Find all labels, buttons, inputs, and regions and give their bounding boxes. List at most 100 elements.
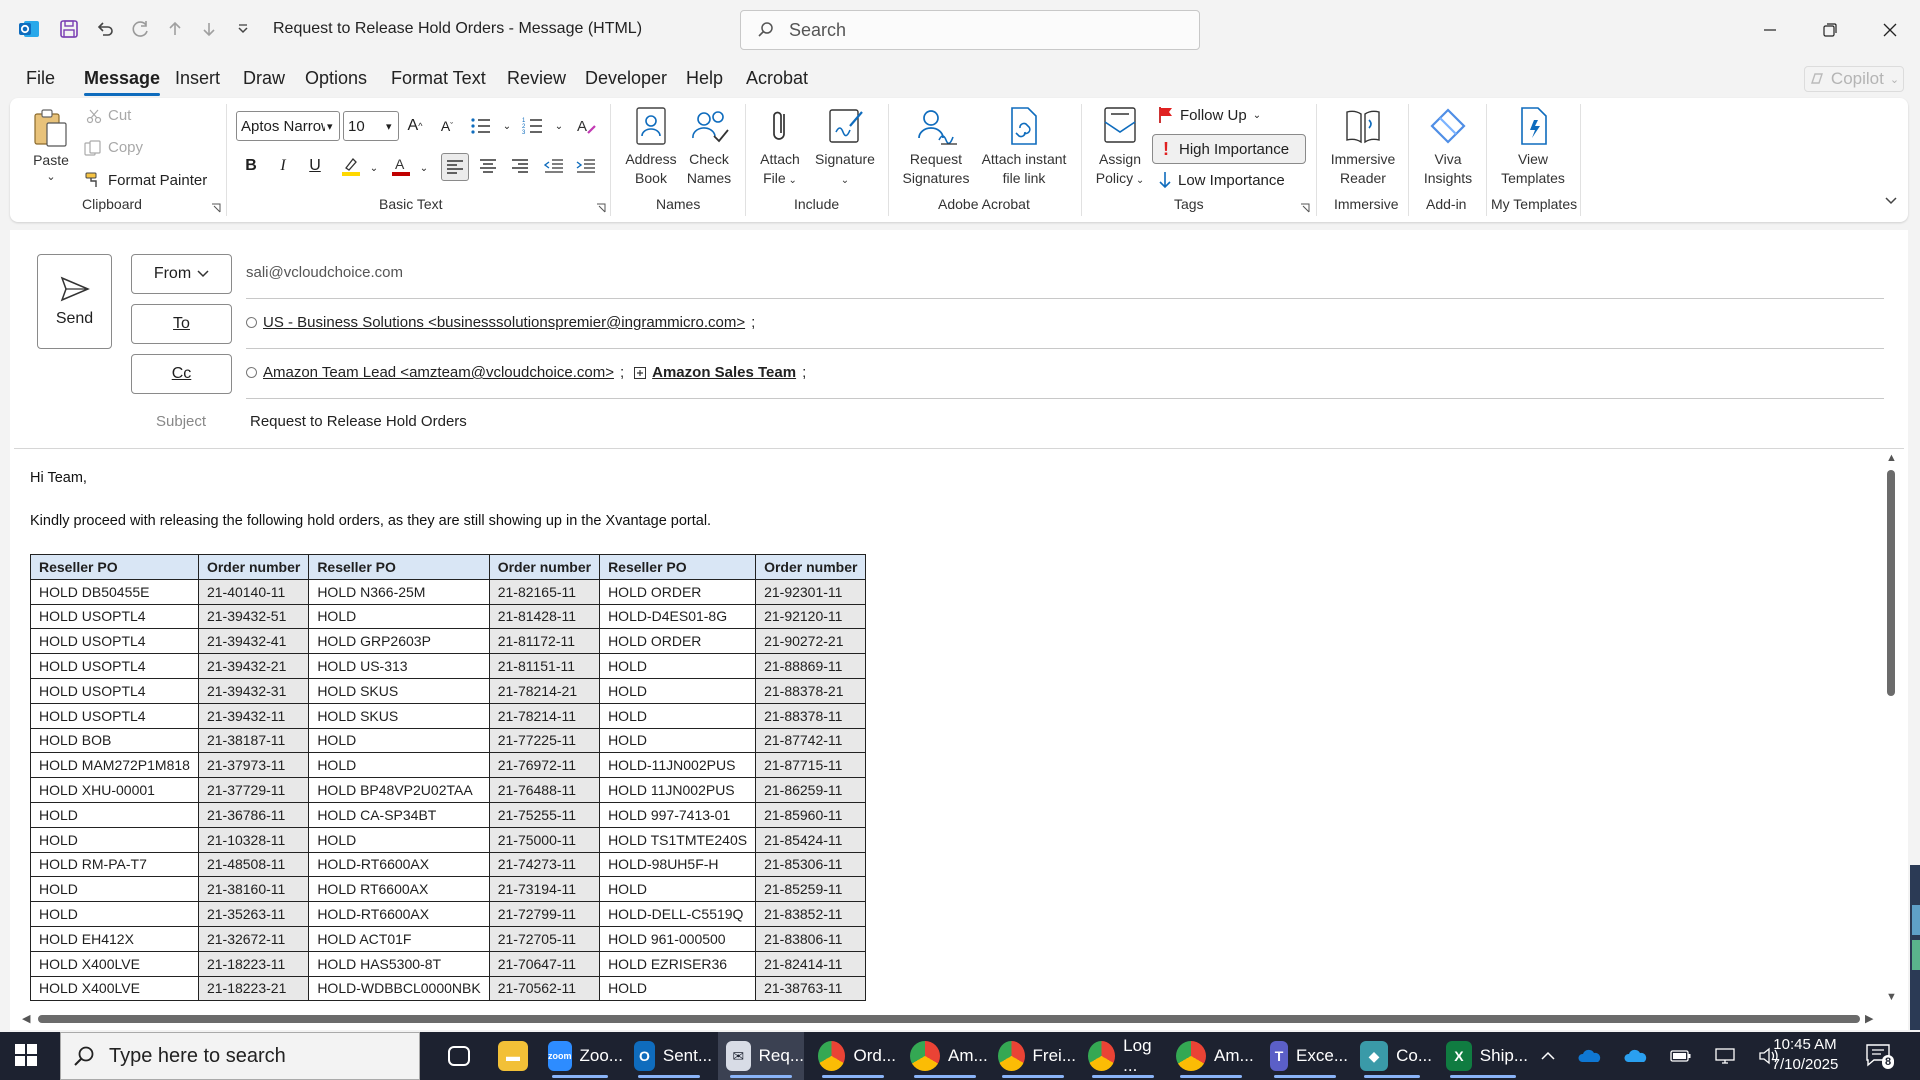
- reseller-po-cell[interactable]: HOLD: [599, 975, 757, 1002]
- reseller-po-cell[interactable]: HOLD GRP2603P: [308, 628, 490, 655]
- taskbar-app-app[interactable]: ◆ Co...: [1352, 1032, 1432, 1080]
- cc-recipient-2[interactable]: Amazon Sales Team: [652, 364, 796, 381]
- check-names-icon[interactable]: [690, 106, 730, 146]
- align-left-icon[interactable]: [441, 153, 469, 181]
- order-number-cell[interactable]: 21-90272-21: [755, 628, 867, 655]
- cut-button[interactable]: Cut: [86, 107, 131, 124]
- align-right-icon[interactable]: [507, 153, 533, 179]
- signature-icon[interactable]: [826, 106, 866, 146]
- cc-button[interactable]: Cc: [131, 354, 232, 394]
- signature-label[interactable]: Signature ⌄: [806, 150, 884, 190]
- cc-field[interactable]: Amazon Team Lead <amzteam@vcloudchoice.c…: [246, 364, 806, 381]
- order-number-cell[interactable]: 21-72799-11: [488, 901, 601, 927]
- intro-text[interactable]: Kindly proceed with releasing the follow…: [30, 513, 711, 529]
- windows-start-icon[interactable]: [14, 1043, 38, 1067]
- bullets-chevron-icon[interactable]: ⌄: [494, 113, 520, 139]
- attach-link-label[interactable]: Attach instant file link: [972, 150, 1076, 188]
- expand-group-icon[interactable]: [634, 366, 647, 379]
- reseller-po-cell[interactable]: HOLD CA-SP34BT: [308, 801, 490, 828]
- save-icon[interactable]: [54, 14, 84, 44]
- taskbar-app-chrome[interactable]: Frei...: [990, 1032, 1076, 1080]
- order-number-cell[interactable]: 21-39432-21: [197, 653, 310, 679]
- taskbar-app-task-view[interactable]: [440, 1032, 484, 1080]
- shrink-font-icon[interactable]: Aˇ: [434, 113, 460, 139]
- bullets-icon[interactable]: [468, 113, 494, 139]
- reseller-po-cell[interactable]: HOLD-D4ES01-8G: [599, 603, 757, 630]
- order-number-cell[interactable]: 21-37973-11: [197, 752, 310, 779]
- scroll-right-icon[interactable]: ▶: [1865, 1012, 1873, 1025]
- reseller-po-cell[interactable]: HOLD USOPTL4: [30, 603, 199, 630]
- tags-launcher-icon[interactable]: [1300, 203, 1310, 213]
- scroll-left-icon[interactable]: ◀: [22, 1012, 30, 1025]
- viva-insights-label[interactable]: Viva Insights: [1414, 150, 1482, 188]
- grow-font-icon[interactable]: A ^: [402, 113, 428, 139]
- cc-recipient-1[interactable]: Amazon Team Lead <amzteam@vcloudchoice.c…: [263, 364, 614, 381]
- taskbar-app-mail-compose[interactable]: ✉ Req...: [718, 1032, 804, 1080]
- undo-icon[interactable]: [90, 14, 120, 44]
- order-number-cell[interactable]: 21-83806-11: [755, 925, 867, 952]
- order-number-cell[interactable]: 21-74273-11: [488, 851, 601, 878]
- reseller-po-cell[interactable]: HOLD: [308, 752, 490, 779]
- reseller-po-cell[interactable]: HOLD: [308, 727, 490, 754]
- reseller-po-cell[interactable]: HOLD USOPTL4: [30, 677, 199, 704]
- tab-draw[interactable]: Draw: [243, 68, 285, 89]
- reseller-po-cell[interactable]: HOLD: [30, 826, 199, 853]
- viva-insights-icon[interactable]: [1428, 106, 1468, 146]
- numbering-chevron-icon[interactable]: ⌄: [546, 113, 572, 139]
- order-number-cell[interactable]: 21-77225-11: [488, 727, 601, 754]
- reseller-po-cell[interactable]: HOLD-RT6600AX: [308, 901, 490, 927]
- reseller-po-cell[interactable]: HOLD: [30, 876, 199, 903]
- font-color-chevron-icon[interactable]: ⌄: [411, 155, 437, 181]
- minimize-button[interactable]: [1745, 10, 1795, 50]
- order-number-cell[interactable]: 21-85960-11: [755, 801, 867, 828]
- order-number-cell[interactable]: 21-85424-11: [755, 826, 867, 853]
- battery-icon[interactable]: [1670, 1049, 1692, 1063]
- copilot-button[interactable]: Copilot ⌄: [1804, 66, 1904, 92]
- follow-up-button[interactable]: Follow Up ⌄: [1158, 106, 1261, 124]
- order-number-cell[interactable]: 21-39432-31: [197, 677, 310, 704]
- reseller-po-cell[interactable]: HOLD: [599, 702, 757, 729]
- font-size-select[interactable]: 10 ▾: [343, 111, 399, 141]
- order-number-cell[interactable]: 21-39432-51: [197, 603, 310, 630]
- order-number-cell[interactable]: 21-87742-11: [755, 727, 867, 754]
- order-number-cell[interactable]: 21-78214-21: [488, 677, 601, 704]
- order-number-cell[interactable]: 21-88378-21: [755, 677, 867, 704]
- onedrive-icon[interactable]: [1624, 1048, 1648, 1064]
- reseller-po-cell[interactable]: HOLD: [599, 653, 757, 679]
- order-number-cell[interactable]: 21-37729-11: [197, 777, 310, 803]
- reseller-po-cell[interactable]: HOLD: [308, 603, 490, 630]
- reseller-po-cell[interactable]: HOLD: [30, 801, 199, 828]
- order-number-cell[interactable]: 21-81428-11: [488, 603, 601, 630]
- tab-file[interactable]: File: [26, 68, 55, 89]
- subject-input[interactable]: Request to Release Hold Orders: [250, 413, 467, 430]
- hold-orders-table[interactable]: Reseller PO Order number Reseller PO Order …: [30, 554, 867, 1002]
- order-number-cell[interactable]: 21-72705-11: [488, 925, 601, 952]
- reseller-po-cell[interactable]: HOLD-98UH5F-H: [599, 851, 757, 878]
- reseller-po-cell[interactable]: HOLD: [30, 901, 199, 927]
- order-number-cell[interactable]: 21-39432-11: [197, 702, 310, 729]
- order-number-cell[interactable]: 21-76972-11: [488, 752, 601, 779]
- request-signatures-label[interactable]: Request Signatures: [895, 150, 977, 188]
- order-number-cell[interactable]: 21-39432-41: [197, 628, 310, 655]
- taskbar-app-chrome[interactable]: Ord...: [810, 1032, 896, 1080]
- search-box[interactable]: Search: [740, 10, 1200, 50]
- reseller-po-cell[interactable]: HOLD MAM272P1M818: [30, 752, 199, 779]
- tab-help[interactable]: Help: [686, 68, 723, 89]
- reseller-po-cell[interactable]: HOLD USOPTL4: [30, 628, 199, 655]
- order-number-cell[interactable]: 21-86259-11: [755, 777, 867, 803]
- reseller-po-cell[interactable]: HOLD DB50455E: [30, 578, 199, 605]
- reseller-po-cell[interactable]: HOLD 997-7413-01: [599, 801, 757, 828]
- assign-policy-icon[interactable]: [1103, 106, 1139, 146]
- italic-icon[interactable]: I: [270, 153, 296, 179]
- onedrive-icon[interactable]: [1578, 1048, 1602, 1064]
- reseller-po-cell[interactable]: HOLD: [308, 826, 490, 853]
- clear-formatting-icon[interactable]: A: [574, 113, 600, 139]
- reseller-po-cell[interactable]: HOLD BP48VP2U02TAA: [308, 777, 490, 803]
- basic-text-launcher-icon[interactable]: [596, 203, 606, 213]
- reseller-po-cell[interactable]: HOLD US-313: [308, 653, 490, 679]
- font-family-select[interactable]: Aptos Narrow ▾: [236, 111, 340, 141]
- reseller-po-cell[interactable]: HOLD ORDER: [599, 578, 757, 605]
- order-number-cell[interactable]: 21-73194-11: [488, 876, 601, 903]
- order-number-cell[interactable]: 21-18223-11: [197, 950, 310, 977]
- reseller-po-cell[interactable]: HOLD 961-000500: [599, 925, 757, 952]
